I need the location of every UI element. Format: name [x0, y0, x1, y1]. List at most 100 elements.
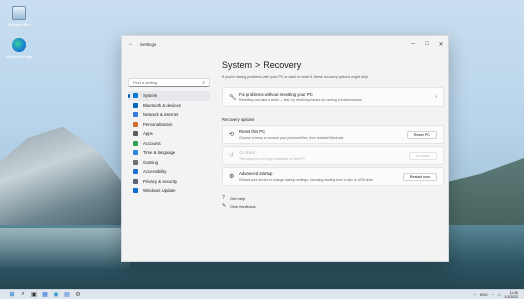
sidebar-item-bluetooth-devices[interactable]: Bluetooth & devices	[128, 101, 210, 111]
desktop-icon-edge[interactable]: Microsoft Edge	[4, 38, 34, 59]
maximize-button[interactable]: □	[420, 36, 434, 52]
reset-icon: ⟲	[229, 132, 235, 138]
sidebar-item-label: Personalization	[143, 121, 173, 127]
chevron-up-icon[interactable]: ^	[474, 293, 476, 297]
go-back-card: ↺ Go back This option is no longer avail…	[222, 146, 444, 165]
card-description: This option is no longer available on th…	[239, 156, 305, 161]
sidebar-item-accounts[interactable]: Accounts	[128, 139, 210, 149]
sidebar-item-label: Privacy & security	[143, 178, 178, 184]
widgets-icon[interactable]: ▦	[41, 291, 49, 299]
sidebar-item-apps[interactable]: Apps	[128, 129, 210, 139]
help-links: ? Get help ✎ Give feedback	[222, 194, 444, 210]
reset-pc-button[interactable]: Reset PC	[406, 130, 437, 139]
system-icon	[133, 93, 138, 99]
link-label: Get help	[230, 195, 246, 201]
desktop-icon-recycle-bin[interactable]: Recycle Bin	[4, 6, 34, 27]
language-indicator[interactable]: ENG	[480, 293, 488, 297]
window-controls: – □ ✕	[406, 36, 448, 52]
sidebar-item-personalization[interactable]: Personalization	[128, 120, 210, 130]
search-icon[interactable]: ⌕	[19, 291, 27, 299]
network-icon	[133, 112, 138, 118]
sidebar-item-label: Windows Update	[143, 188, 176, 194]
task-view-icon[interactable]: ▣	[30, 291, 38, 299]
accounts-icon	[133, 140, 138, 146]
help-icon: ?	[222, 195, 225, 201]
sidebar: Find a setting ⌕ System Bluetooth & devic…	[122, 52, 216, 261]
give-feedback-link[interactable]: ✎ Give feedback	[222, 202, 444, 210]
sidebar-item-label: Bluetooth & devices	[143, 102, 181, 108]
sidebar-item-label: Apps	[143, 131, 153, 137]
sidebar-item-time-language[interactable]: Time & language	[128, 148, 210, 158]
fix-problems-card[interactable]: 🔧︎ Fix problems without resetting your P…	[222, 87, 444, 107]
link-label: Give feedback	[230, 203, 256, 209]
title-bar[interactable]: ← Settings – □ ✕	[122, 36, 448, 52]
gaming-icon	[133, 159, 138, 165]
minimize-button[interactable]: –	[406, 36, 420, 52]
apps-icon	[133, 131, 138, 137]
sidebar-item-label: Gaming	[143, 159, 159, 165]
reset-pc-card: ⟲ Reset this PC Choose to keep or remove…	[222, 125, 444, 144]
edge-icon[interactable]: ◉	[52, 291, 60, 299]
app-title: Settings	[140, 41, 157, 47]
shield-icon	[133, 178, 138, 184]
restart-now-button[interactable]: Restart now	[402, 172, 437, 181]
sidebar-item-label: Accounts	[143, 140, 161, 146]
brush-icon	[133, 121, 138, 127]
card-title: Go back	[239, 150, 256, 156]
wifi-icon[interactable]: ◔	[492, 293, 494, 297]
edge-icon	[12, 38, 26, 52]
store-icon[interactable]: ▤	[63, 291, 71, 299]
bluetooth-icon	[133, 102, 138, 108]
taskbar: ⊞ ⌕ ▣ ▦ ◉ ▤ ⚙ ^ ENG ◔ ◁ 11:45 1/1/2022	[0, 289, 524, 299]
settings-window: ← Settings – □ ✕ Find a setting ⌕ System…	[121, 35, 449, 262]
sidebar-item-privacy-security[interactable]: Privacy & security	[128, 177, 210, 187]
sidebar-item-gaming[interactable]: Gaming	[128, 158, 210, 168]
system-tray: ^ ENG ◔ ◁ 11:45 1/1/2022	[470, 291, 524, 299]
go-back-button: Go back	[408, 151, 437, 160]
sidebar-item-label: Network & internet	[143, 112, 179, 118]
breadcrumb-parent[interactable]: System	[222, 60, 252, 70]
taskbar-apps: ⊞ ⌕ ▣ ▦ ◉ ▤ ⚙	[8, 291, 85, 299]
sidebar-item-windows-update[interactable]: Windows Update	[128, 186, 210, 196]
card-title: Reset this PC	[239, 129, 266, 135]
sidebar-nav: System Bluetooth & devices Network & inter…	[128, 91, 210, 196]
accessibility-icon	[133, 169, 138, 175]
section-heading: Recovery options	[222, 117, 255, 122]
wrench-icon: 🔧︎	[229, 94, 237, 101]
clock[interactable]: 11:45 1/1/2022	[504, 291, 518, 299]
sidebar-item-label: Accessibility	[143, 169, 167, 175]
get-help-link[interactable]: ? Get help	[222, 194, 444, 202]
advanced-startup-card: ⚙ Advanced startup Restart your device t…	[222, 167, 444, 186]
volume-icon[interactable]: ◁	[498, 293, 501, 297]
desktop-icon-label: Recycle Bin	[8, 22, 30, 27]
search-icon: ⌕	[202, 79, 205, 86]
time-icon	[133, 150, 138, 156]
settings-icon[interactable]: ⚙	[74, 291, 82, 299]
windows-start-icon[interactable]: ⊞	[8, 291, 16, 299]
update-icon	[133, 188, 138, 194]
page-title: System > Recovery	[222, 60, 444, 70]
breadcrumb-separator: >	[255, 60, 261, 70]
sidebar-item-label: System	[143, 93, 158, 99]
sidebar-item-accessibility[interactable]: Accessibility	[128, 167, 210, 177]
card-title: Fix problems without resetting your PC	[239, 91, 313, 97]
main-content: System > Recovery If you're having problem…	[222, 52, 444, 210]
recycle-bin-icon	[12, 6, 26, 20]
sidebar-item-system[interactable]: System	[128, 91, 210, 101]
history-icon: ↺	[229, 153, 235, 159]
card-description: Restart your device to change startup se…	[239, 177, 373, 182]
feedback-icon: ✎	[222, 203, 227, 209]
wallpaper-mountain	[0, 126, 140, 228]
back-arrow-icon[interactable]: ←	[128, 41, 136, 47]
sidebar-item-network-internet[interactable]: Network & internet	[128, 110, 210, 120]
page-subtitle: If you're having problems with your PC o…	[222, 75, 369, 79]
clock-date: 1/1/2022	[504, 294, 518, 299]
close-button[interactable]: ✕	[434, 36, 448, 52]
breadcrumb-current: Recovery	[263, 60, 302, 70]
card-description: Resetting can take a while — first, try …	[239, 98, 363, 103]
wallpaper-reflection	[0, 228, 130, 268]
search-input[interactable]: Find a setting ⌕	[128, 78, 210, 87]
card-description: Choose to keep or remove your personal f…	[239, 135, 344, 140]
chevron-right-icon: ›	[435, 94, 437, 100]
startup-icon: ⚙	[229, 174, 235, 180]
